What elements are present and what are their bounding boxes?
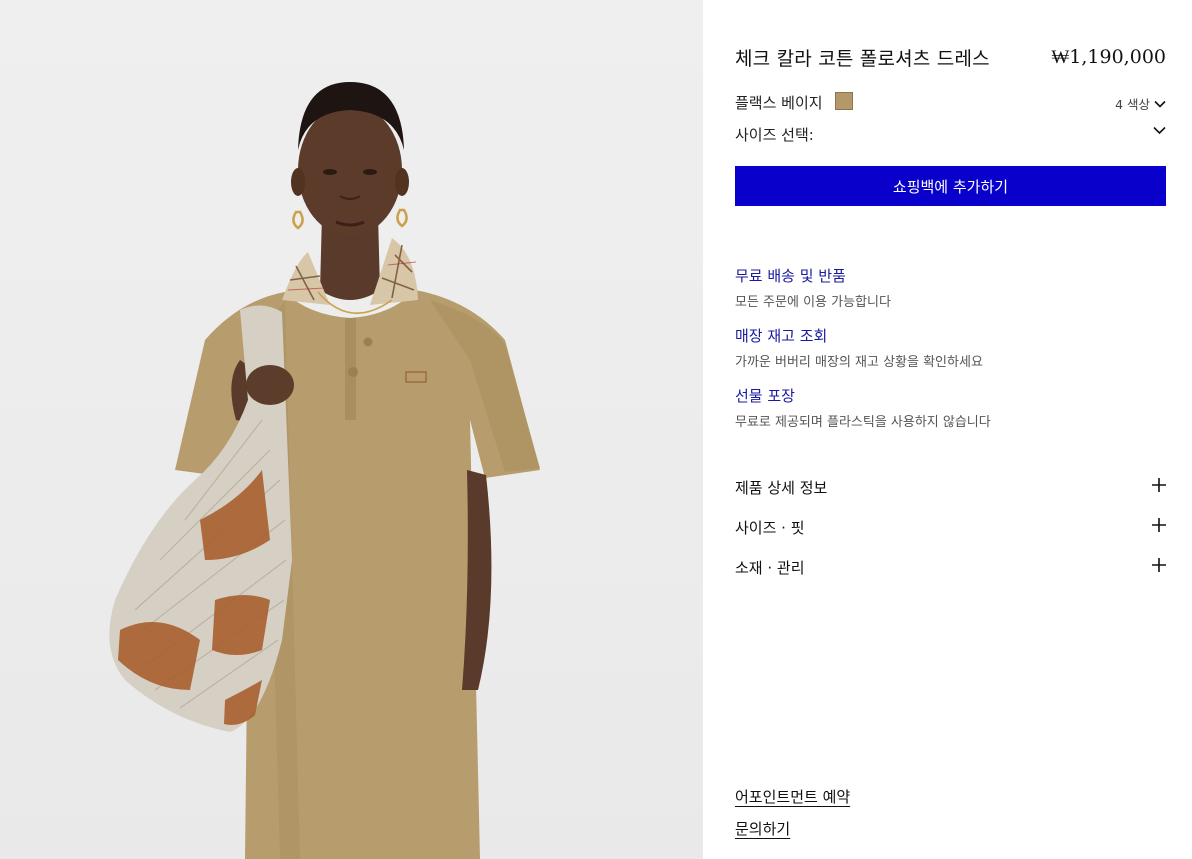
service-title[interactable]: 무료 배송 및 반품 — [735, 265, 891, 286]
plus-icon — [1152, 518, 1166, 532]
product-image[interactable] — [0, 0, 703, 859]
add-to-bag-button[interactable]: 쇼핑백에 추가하기 — [735, 166, 1166, 206]
accordion-label: 사이즈 · 핏 — [735, 519, 805, 537]
size-select-label: 사이즈 선택: — [735, 126, 814, 144]
service-description: 모든 주문에 이용 가능합니다 — [735, 295, 891, 310]
service-free-shipping: 무료 배송 및 반품 모든 주문에 이용 가능합니다 — [735, 265, 891, 310]
model-illustration — [109, 82, 540, 859]
color-selector: 플랙스 베이지 4 색상 — [735, 92, 1166, 112]
book-appointment-link[interactable]: 어포인트먼트 예약 — [735, 786, 850, 807]
service-title[interactable]: 선물 포장 — [735, 385, 991, 406]
service-store-stock: 매장 재고 조회 가까운 버버리 매장의 재고 상황을 확인하세요 — [735, 325, 983, 370]
service-description: 무료로 제공되며 플라스틱을 사용하지 않습니다 — [735, 415, 991, 430]
service-gift-wrap: 선물 포장 무료로 제공되며 플라스틱을 사용하지 않습니다 — [735, 385, 991, 430]
service-title[interactable]: 매장 재고 조회 — [735, 325, 983, 346]
product-price: ₩1,190,000 — [1051, 46, 1166, 68]
color-count-dropdown[interactable]: 4 색상 — [1115, 94, 1166, 113]
product-info-panel: 체크 칼라 코튼 폴로셔츠 드레스 ₩1,190,000 플랙스 베이지 4 색… — [703, 0, 1192, 859]
accordion-label: 소재 · 관리 — [735, 559, 805, 577]
chevron-down-icon — [1154, 100, 1166, 108]
color-name: 플랙스 베이지 — [735, 94, 823, 112]
color-swatch[interactable] — [835, 92, 853, 110]
color-count-label: 4 색상 — [1115, 97, 1150, 112]
accordion-label: 제품 상세 정보 — [735, 479, 828, 497]
plus-icon — [1152, 558, 1166, 572]
chevron-down-icon — [1153, 126, 1166, 135]
accordion-material-care[interactable]: 소재 · 관리 — [735, 557, 1166, 579]
service-description: 가까운 버버리 매장의 재고 상황을 확인하세요 — [735, 355, 983, 370]
accordion-size-fit[interactable]: 사이즈 · 핏 — [735, 517, 1166, 539]
product-title: 체크 칼라 코튼 폴로셔츠 드레스 — [735, 48, 990, 70]
size-selector[interactable]: 사이즈 선택: — [735, 124, 1166, 146]
plus-icon — [1152, 478, 1166, 492]
accordion-product-details[interactable]: 제품 상세 정보 — [735, 477, 1166, 499]
contact-us-link[interactable]: 문의하기 — [735, 818, 790, 839]
